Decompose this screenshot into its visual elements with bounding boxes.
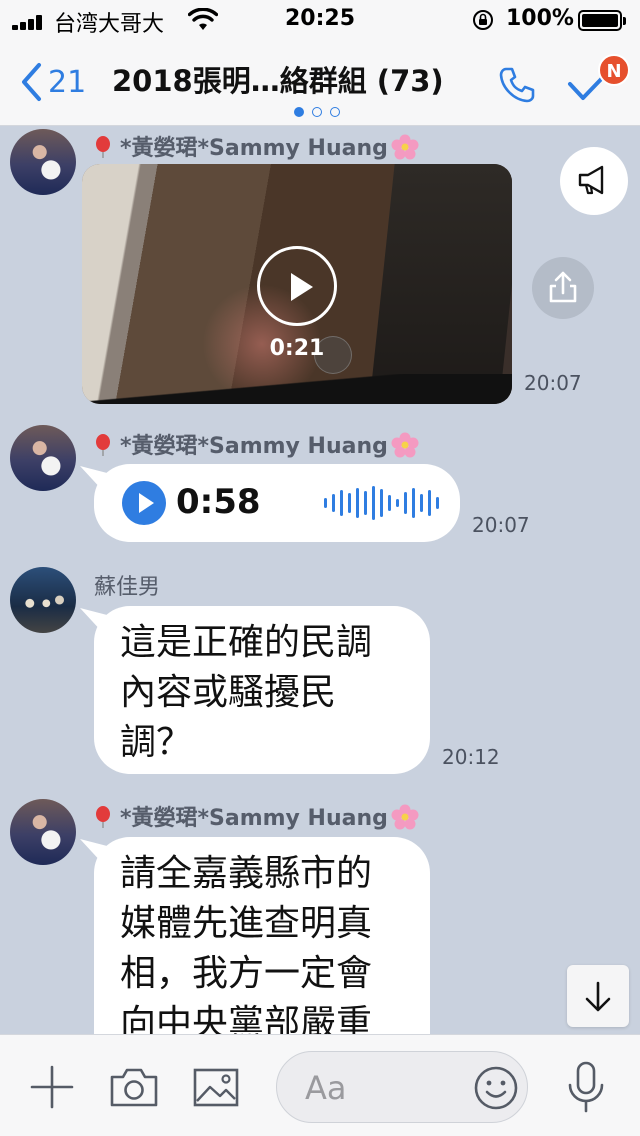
status-bar: 台湾大哥大 20:25 100% (0, 0, 640, 40)
battery-icon (578, 10, 626, 31)
message-line: 向中央黨部嚴重 (120, 1003, 373, 1034)
avatar[interactable] (10, 567, 76, 633)
audio-message[interactable]: 0:58 (94, 464, 460, 542)
play-icon[interactable] (257, 246, 337, 326)
message-input-box[interactable] (276, 1051, 528, 1123)
phone-icon[interactable] (496, 64, 538, 106)
page-dot (294, 107, 304, 117)
avatar[interactable] (10, 799, 76, 865)
share-icon (549, 271, 577, 303)
unread-count: 21 (48, 64, 87, 100)
avatar[interactable] (10, 425, 76, 491)
image-icon[interactable] (190, 1063, 242, 1111)
sender-name: 蘇佳男 (94, 575, 161, 600)
megaphone-icon (578, 165, 604, 195)
chevron-left-icon (22, 63, 41, 101)
battery-percent: 100% (506, 6, 574, 31)
chat-header: 21 2018張明…絡群組 (73) N (0, 40, 640, 126)
sender-name: *黃嫈珺*Sammy Huang (94, 799, 420, 832)
message-time: 20:07 (472, 513, 530, 537)
message-input-bar (0, 1034, 640, 1136)
video-duration: 0:21 (269, 336, 325, 361)
plus-icon[interactable] (28, 1063, 76, 1111)
balloon-emoji (96, 806, 110, 828)
message-line: 這是正確的民調 (120, 622, 373, 663)
page-indicator (294, 107, 340, 117)
text-message[interactable]: 請全嘉義縣市的 媒體先進查明真 相，我方一定會 向中央黨部嚴重 (94, 837, 430, 1034)
message-line: 相，我方一定會 (120, 953, 373, 994)
text-message[interactable]: 這是正確的民調 內容或騷擾民 調？ (94, 606, 430, 774)
share-button[interactable] (532, 257, 594, 319)
flower-emoji (391, 134, 419, 160)
message-line: 內容或騷擾民 (120, 672, 337, 713)
chat-area[interactable]: *黃嫈珺*Sammy Huang 0:21 20:07 *黃嫈珺*Sammy H… (0, 127, 640, 1034)
avatar[interactable] (10, 129, 76, 195)
message-time: 20:12 (442, 745, 500, 769)
balloon-emoji (96, 136, 110, 158)
play-icon[interactable] (122, 481, 166, 525)
sender-name: *黃嫈珺*Sammy Huang (94, 129, 420, 162)
waveform-icon (324, 484, 439, 522)
scroll-to-bottom-button[interactable] (567, 965, 629, 1027)
balloon-emoji (96, 434, 110, 456)
rotation-lock-icon (473, 10, 493, 30)
video-message[interactable]: 0:21 (82, 164, 512, 404)
announcement-button[interactable] (560, 147, 628, 215)
message-line: 請全嘉義縣市的 (120, 853, 373, 894)
microphone-icon[interactable] (564, 1059, 608, 1115)
camera-icon[interactable] (108, 1063, 160, 1111)
flower-emoji (391, 804, 419, 830)
flower-emoji (391, 432, 419, 458)
back-button[interactable]: 21 (20, 62, 86, 102)
message-line: 調？ (120, 722, 193, 763)
chevron-down-icon (585, 981, 611, 1012)
page-dot (312, 107, 322, 117)
message-input[interactable] (305, 1066, 475, 1110)
sender-name: *黃嫈珺*Sammy Huang (94, 427, 420, 460)
message-time: 20:07 (524, 371, 582, 395)
audio-duration: 0:58 (176, 482, 261, 522)
message-line: 媒體先進查明真 (120, 903, 373, 944)
notification-badge: N (598, 54, 630, 86)
page-dot (330, 107, 340, 117)
emoji-icon[interactable] (473, 1065, 519, 1111)
chat-title[interactable]: 2018張明…絡群組 (73) (112, 58, 444, 100)
